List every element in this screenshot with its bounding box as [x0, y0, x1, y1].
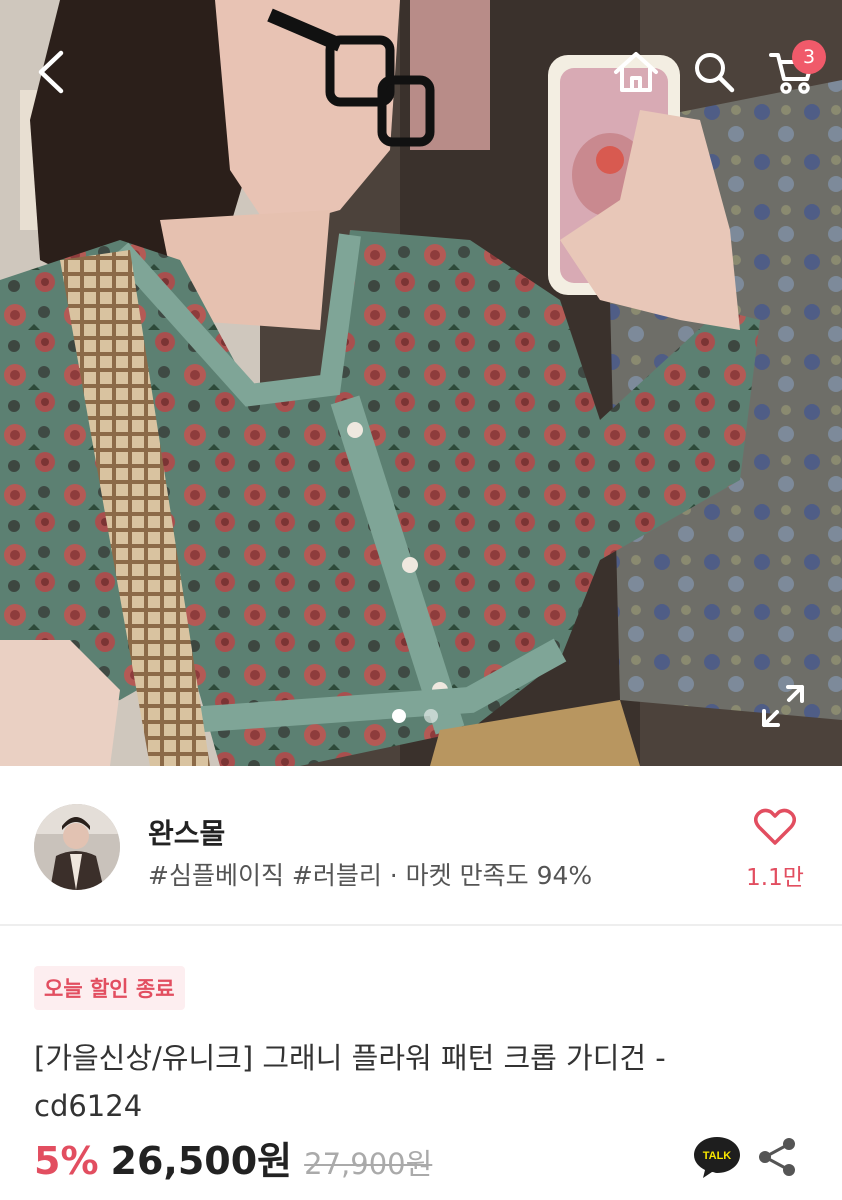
expand-icon	[762, 685, 804, 727]
product-title: [가을신상/유니크] 그래니 플라워 패턴 크롭 가디건 - cd6124	[34, 1041, 666, 1123]
search-icon	[695, 53, 735, 93]
chevron-left-icon	[38, 50, 64, 94]
cart-count-badge: 3	[792, 40, 826, 74]
gallery-dot-1[interactable]	[392, 709, 406, 723]
cart-button[interactable]: 3	[762, 40, 826, 102]
kakao-talk-label: TALK	[703, 1150, 732, 1162]
home-icon	[614, 52, 658, 92]
discount-rate: 5%	[34, 1139, 99, 1183]
back-button[interactable]	[20, 42, 80, 102]
gallery-dot-2[interactable]	[424, 709, 438, 723]
shop-avatar[interactable]	[34, 804, 120, 890]
sale-price: 26,500원	[110, 1139, 293, 1183]
heart-outline-icon	[754, 808, 796, 845]
share-icon	[759, 1138, 795, 1176]
expand-image-button[interactable]	[760, 683, 806, 729]
gallery-pagination	[392, 709, 438, 723]
share-button[interactable]	[756, 1136, 798, 1178]
kakao-talk-button[interactable]: TALK	[692, 1134, 742, 1180]
home-button[interactable]	[606, 42, 666, 102]
like-button[interactable]: 1.1만	[738, 806, 810, 896]
shop-info[interactable]: 완스몰 #심플베이직 #러블리 · 마켓 만족도 94% 1.1만	[0, 766, 842, 926]
discount-ending-badge: 오늘 할인 종료	[34, 966, 185, 1010]
like-count: 1.1만	[746, 865, 804, 891]
shop-tags: #심플베이직 #러블리 · 마켓 만족도 94%	[148, 861, 593, 890]
search-button[interactable]	[684, 42, 744, 102]
product-photo	[0, 0, 842, 766]
price-row: 5% 26,500원 27,900원	[34, 1130, 433, 1183]
shop-avatar-image	[34, 804, 120, 890]
product-image-gallery[interactable]: 3	[0, 0, 842, 766]
original-price: 27,900원	[304, 1147, 433, 1181]
kakao-talk-icon: TALK	[694, 1137, 740, 1178]
shop-name[interactable]: 완스몰	[148, 812, 225, 852]
